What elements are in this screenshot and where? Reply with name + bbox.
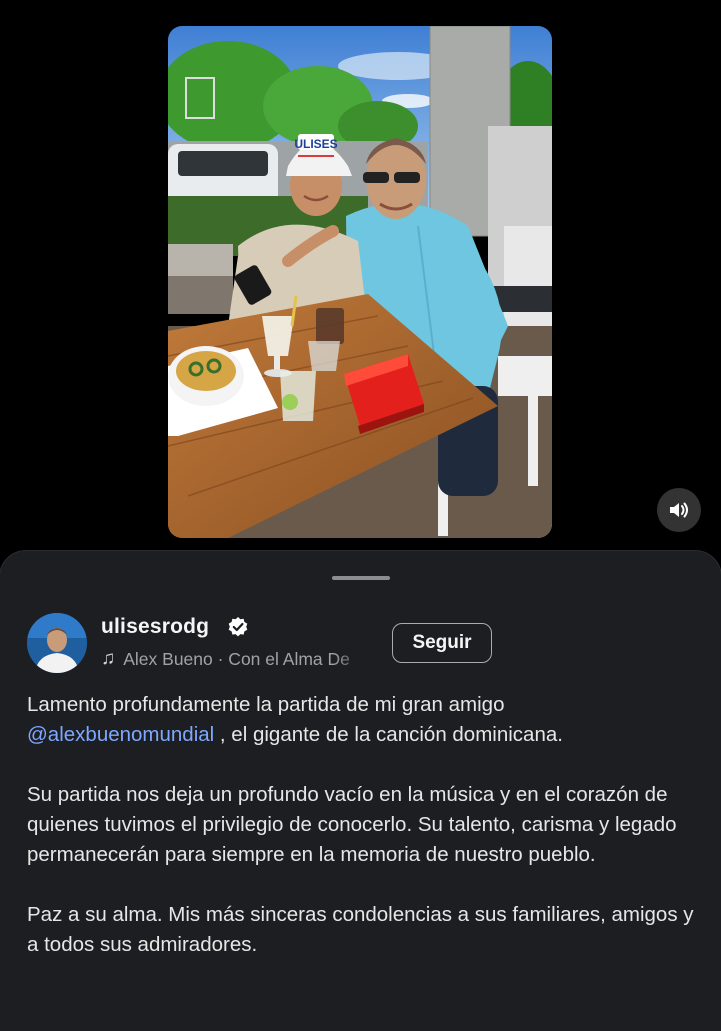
avatar[interactable] <box>27 613 87 673</box>
speaker-icon <box>670 502 688 518</box>
sheet-drag-handle[interactable] <box>332 576 390 580</box>
caption-paragraph-1: Lamento profundamente la partida de mi g… <box>27 690 697 750</box>
post-photo[interactable]: ULISES <box>168 26 552 538</box>
mention-link[interactable]: @alexbuenomundial <box>27 723 214 746</box>
cap-logo-text: ULISES <box>294 137 337 151</box>
caption-sheet[interactable]: ulisesrodg ♫ Alex Bueno · Con el Alma De… <box>0 551 721 1031</box>
verified-badge-icon <box>228 617 248 637</box>
follow-button[interactable]: Seguir <box>392 623 492 663</box>
music-note-icon: ♫ <box>101 648 116 669</box>
caption-paragraph-3: Paz a su alma. Mis más sinceras condolen… <box>27 903 694 956</box>
caption-paragraph-2: Su partida nos deja un profundo vacío en… <box>27 783 677 866</box>
sound-toggle-button[interactable] <box>657 488 701 532</box>
post-caption: Lamento profundamente la partida de mi g… <box>27 690 697 990</box>
caption-text: Lamento profundamente la partida de mi g… <box>27 693 505 716</box>
avatar-image <box>27 613 87 673</box>
post-username[interactable]: ulisesrodg <box>101 615 209 639</box>
post-photo-image: ULISES <box>168 26 552 538</box>
audio-track-label: Alex Bueno · Con el Alma De <box>123 648 350 669</box>
caption-text: , el gigante de la canción dominicana. <box>214 723 563 746</box>
audio-track[interactable]: ♫ Alex Bueno · Con el Alma De <box>101 647 373 671</box>
